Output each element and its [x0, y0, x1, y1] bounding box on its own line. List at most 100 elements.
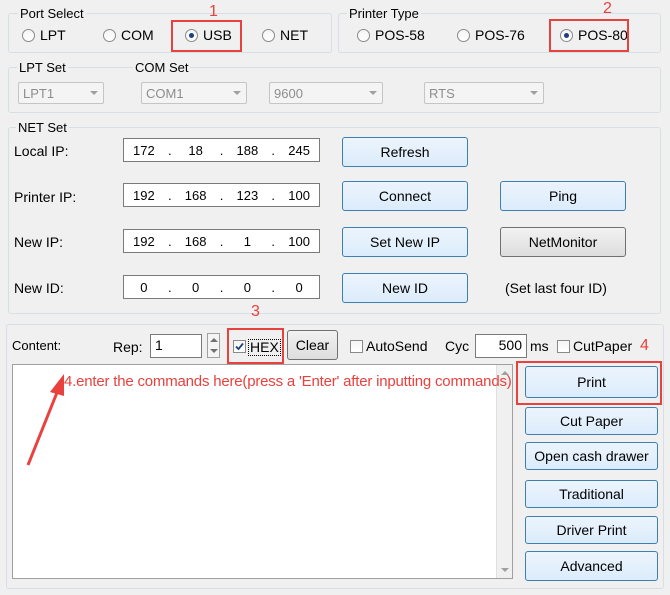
annotation-box-print	[516, 361, 662, 405]
net-monitor-button[interactable]: NetMonitor	[500, 227, 626, 257]
radio-pos58[interactable]: POS-58	[357, 27, 425, 43]
printer-ip-label: Printer IP:	[14, 189, 77, 205]
autosend-checkbox[interactable]	[350, 340, 363, 353]
cutpaper-label: CutPaper	[573, 338, 633, 354]
annotation-number-1: 1	[209, 3, 218, 20]
com-port-select[interactable]: COM1	[141, 82, 247, 104]
lpt-set-title: LPT Set	[17, 60, 68, 75]
annotation-box-usb	[171, 20, 242, 52]
annotation-number-3: 3	[251, 303, 260, 320]
scroll-down-icon[interactable]	[501, 568, 509, 572]
com-set-title: COM Set	[133, 60, 191, 75]
scrollbar-vertical[interactable]	[496, 365, 512, 578]
command-textarea[interactable]	[12, 364, 513, 579]
ip-dot: .	[219, 142, 224, 158]
annotation-instruction: 4.enter the commands here(press a 'Enter…	[64, 373, 512, 390]
id-octet[interactable]: 0	[279, 280, 319, 295]
ip-octet[interactable]: 1	[227, 234, 267, 249]
new-id-button[interactable]: New ID	[342, 273, 468, 303]
ip-dot: .	[271, 233, 276, 249]
flow-control-select[interactable]: RTS	[424, 82, 544, 104]
cyc-input[interactable]: 500	[475, 334, 527, 358]
cutpaper-checkbox[interactable]	[557, 340, 570, 353]
rep-input[interactable]: 1	[150, 334, 202, 358]
id-octet[interactable]: 0	[176, 280, 216, 295]
autosend-label: AutoSend	[366, 338, 428, 354]
spin-down-icon[interactable]	[210, 349, 218, 353]
radio-pos76-dot[interactable]	[457, 28, 470, 42]
ip-dot: .	[271, 187, 276, 203]
radio-net[interactable]: NET	[262, 27, 308, 43]
new-id-label: New ID:	[14, 280, 64, 296]
chevron-down-icon	[369, 91, 377, 95]
ip-dot: .	[167, 233, 172, 249]
chevron-down-icon	[90, 91, 98, 95]
radio-net-dot[interactable]	[262, 28, 275, 42]
radio-lpt-dot[interactable]	[22, 28, 35, 42]
local-ip-label: Local IP:	[14, 143, 69, 159]
ip-octet[interactable]: 168	[176, 234, 216, 249]
ip-dot: .	[167, 142, 172, 158]
radio-pos58-label: POS-58	[375, 27, 425, 43]
ip-octet[interactable]: 192	[124, 234, 164, 249]
baud-rate-select[interactable]: 9600	[269, 82, 383, 104]
radio-com-label: COM	[121, 27, 154, 43]
clear-button[interactable]: Clear	[287, 330, 338, 360]
lpt-port-value: LPT1	[23, 86, 55, 101]
baud-rate-value: 9600	[274, 86, 303, 101]
radio-pos76[interactable]: POS-76	[457, 27, 525, 43]
ip-octet[interactable]: 168	[176, 188, 216, 203]
content-label: Content:	[12, 338, 62, 353]
ms-label: ms	[530, 338, 549, 354]
chevron-down-icon	[530, 91, 538, 95]
set-new-ip-button[interactable]: Set New IP	[342, 227, 468, 257]
open-cash-drawer-button[interactable]: Open cash drawer	[525, 442, 658, 470]
spin-up-icon[interactable]	[210, 338, 218, 342]
ip-octet[interactable]: 123	[227, 188, 267, 203]
cut-paper-button[interactable]: Cut Paper	[525, 407, 658, 435]
annotation-box-hex	[227, 328, 284, 364]
ping-button[interactable]: Ping	[500, 181, 626, 211]
chevron-down-icon	[233, 91, 241, 95]
ip-dot: .	[271, 142, 276, 158]
radio-lpt-label: LPT	[40, 27, 66, 43]
id-dot: .	[271, 279, 276, 295]
ip-dot: .	[219, 187, 224, 203]
ip-octet[interactable]: 172	[124, 143, 164, 158]
id-dot: .	[167, 279, 172, 295]
radio-com-dot[interactable]	[103, 28, 116, 42]
lpt-port-select[interactable]: LPT1	[18, 82, 104, 104]
radio-com[interactable]: COM	[103, 27, 154, 43]
ip-dot: .	[167, 187, 172, 203]
new-ip-field[interactable]: 192. 168. 1. 100	[123, 229, 320, 253]
new-ip-label: New IP:	[14, 234, 64, 250]
printer-ip-field[interactable]: 192. 168. 123. 100	[123, 183, 320, 207]
annotation-arrow-icon	[26, 374, 64, 466]
connect-button[interactable]: Connect	[342, 181, 468, 211]
ip-octet[interactable]: 192	[124, 188, 164, 203]
radio-pos76-label: POS-76	[475, 27, 525, 43]
ip-octet[interactable]: 188	[227, 143, 267, 158]
id-octet[interactable]: 0	[227, 280, 267, 295]
net-set-title: NET Set	[16, 120, 69, 135]
ip-octet[interactable]: 18	[176, 143, 216, 158]
cyc-label: Cyc	[445, 338, 470, 354]
ip-octet[interactable]: 245	[279, 143, 319, 158]
ip-octet[interactable]: 100	[279, 188, 319, 203]
advanced-button[interactable]: Advanced	[525, 551, 658, 581]
rep-spinner[interactable]	[207, 333, 220, 358]
ip-octet[interactable]: 100	[279, 234, 319, 249]
radio-net-label: NET	[280, 27, 308, 43]
radio-lpt[interactable]: LPT	[22, 27, 66, 43]
driver-print-button[interactable]: Driver Print	[525, 516, 658, 544]
refresh-button[interactable]: Refresh	[342, 137, 468, 167]
annotation-number-2: 2	[603, 0, 612, 17]
local-ip-field[interactable]: 172. 18. 188. 245	[123, 138, 320, 162]
new-id-field[interactable]: 0. 0. 0. 0	[123, 275, 320, 299]
id-octet[interactable]: 0	[124, 280, 164, 295]
radio-pos58-dot[interactable]	[357, 28, 370, 42]
traditional-button[interactable]: Traditional	[525, 480, 658, 508]
flow-control-value: RTS	[429, 86, 455, 101]
port-select-title: Port Select	[18, 6, 86, 21]
printer-type-title: Printer Type	[347, 6, 421, 21]
